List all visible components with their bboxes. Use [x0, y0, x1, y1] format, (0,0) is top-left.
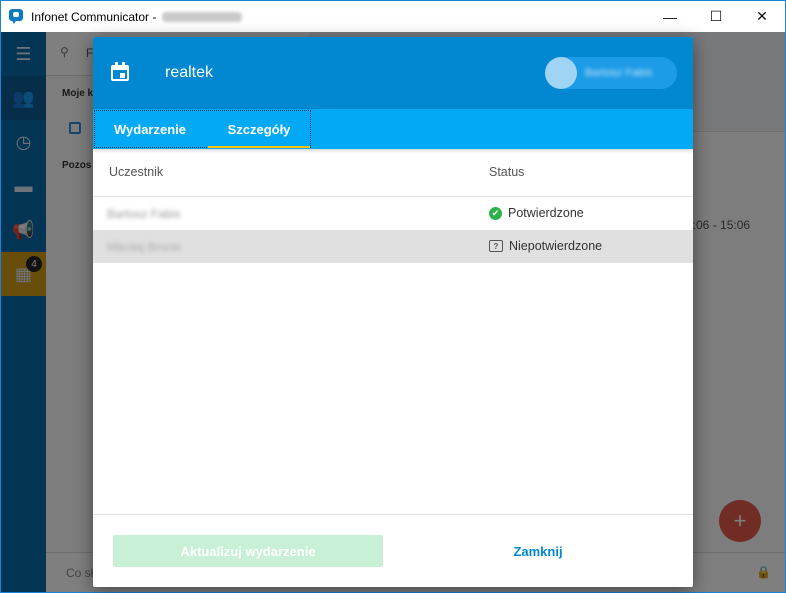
- window-controls: — ☐ ✕: [647, 1, 785, 32]
- title-bar: Infonet Communicator - — ☐ ✕: [1, 1, 785, 32]
- dialog-tabs: Wydarzenie Szczegóły: [93, 109, 693, 149]
- table-row[interactable]: Bartosz Fabis ✔ Potwierdzone: [93, 197, 693, 230]
- column-participant: Uczestnik: [109, 165, 164, 179]
- calendar-icon: [110, 62, 130, 82]
- avatar: [545, 57, 577, 89]
- dialog-footer: Aktualizuj wydarzenie Zamknij: [93, 514, 693, 587]
- minimize-button[interactable]: —: [647, 1, 693, 32]
- participant-name: Bartosz Fabis: [107, 207, 181, 221]
- participant-status: ✔ Potwierdzone: [489, 206, 584, 220]
- update-event-button[interactable]: Aktualizuj wydarzenie: [113, 535, 383, 567]
- participant-status: ? Niepotwierdzone: [489, 239, 602, 253]
- window-title: Infonet Communicator -: [31, 9, 157, 24]
- tab-event[interactable]: Wydarzenie: [93, 109, 207, 149]
- dialog-header: realtek Bartosz Fabis: [93, 37, 693, 109]
- close-dialog-button[interactable]: Zamknij: [483, 535, 593, 567]
- author-chip: Bartosz Fabis: [545, 57, 677, 89]
- check-circle-icon: ✔: [489, 206, 502, 220]
- table-row[interactable]: Mikołaj Brocki ? Niepotwierdzone: [93, 230, 693, 263]
- status-text: Niepotwierdzone: [509, 239, 603, 253]
- table-header: Uczestnik Status: [93, 149, 693, 197]
- question-bubble-icon: ?: [489, 240, 503, 252]
- event-dialog: realtek Bartosz Fabis Wydarzenie Szczegó…: [93, 37, 693, 587]
- tab-active-indicator: [208, 146, 310, 148]
- column-status: Status: [489, 165, 525, 179]
- app-logo-icon: [9, 8, 25, 25]
- window-title-user: [162, 11, 243, 22]
- maximize-button[interactable]: ☐: [693, 1, 739, 32]
- participant-name: Mikołaj Brocki: [107, 240, 182, 254]
- tab-details[interactable]: Szczegóły: [207, 109, 311, 149]
- dialog-title: realtek: [165, 64, 214, 81]
- author-name: Bartosz Fabis: [585, 67, 653, 79]
- status-text: Potwierdzone: [508, 206, 584, 220]
- close-window-button[interactable]: ✕: [739, 1, 785, 32]
